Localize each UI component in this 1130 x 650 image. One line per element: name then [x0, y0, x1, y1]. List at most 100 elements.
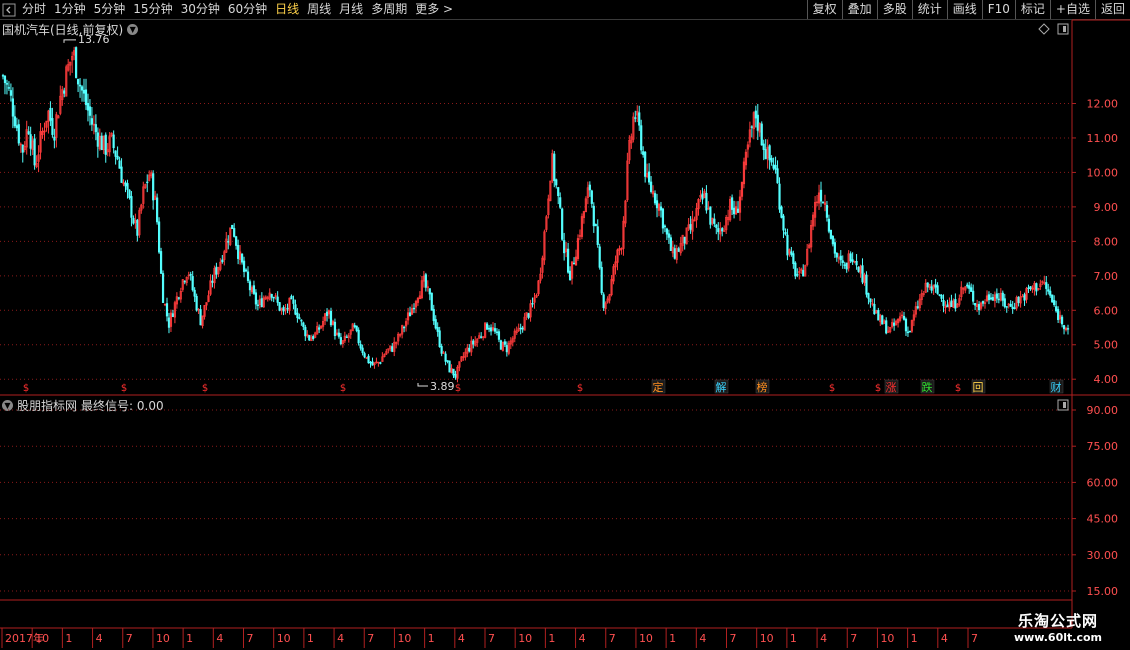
candle-body: [537, 280, 540, 295]
candle-body: [912, 314, 915, 321]
candle-body: [697, 198, 700, 210]
f10-button[interactable]: F10: [981, 0, 1015, 19]
draw-line-button[interactable]: 画线: [946, 0, 982, 19]
chevron-left-icon[interactable]: [0, 1, 18, 19]
candle-body: [952, 300, 955, 308]
dividend-marker[interactable]: $: [829, 383, 835, 394]
candle-body: [638, 112, 641, 126]
candle-body: [389, 345, 392, 349]
event-marker-badge[interactable]: 财: [1051, 380, 1062, 394]
dividend-marker[interactable]: $: [23, 383, 29, 394]
candle-body: [659, 206, 663, 211]
candle-body: [193, 289, 196, 297]
time-axis-label: 4: [216, 632, 223, 645]
candle-body: [23, 146, 26, 150]
candle-body: [458, 361, 461, 368]
back-button[interactable]: 返回: [1094, 0, 1130, 19]
tab-daily[interactable]: 日线: [271, 0, 303, 19]
candle-body: [756, 114, 759, 131]
time-axis-label: 4: [820, 632, 827, 645]
candle-body: [114, 150, 117, 157]
candle-body: [626, 160, 629, 201]
dividend-marker[interactable]: $: [875, 383, 881, 394]
mark-button[interactable]: 标记: [1014, 0, 1050, 19]
dividend-marker[interactable]: $: [121, 383, 127, 394]
dividend-marker[interactable]: $: [577, 383, 583, 394]
candle-body: [387, 348, 390, 351]
tab-60min[interactable]: 60分钟: [224, 0, 271, 19]
time-axis-label: 1: [669, 632, 676, 645]
restore-rights-button[interactable]: 复权: [806, 0, 842, 19]
candle-body: [640, 125, 643, 151]
candle-body: [35, 162, 38, 168]
event-marker-badge[interactable]: 榜: [757, 380, 768, 394]
event-marker-badge[interactable]: 解: [716, 380, 727, 394]
candle-body: [391, 346, 394, 352]
panel-toggle-icon[interactable]: [1057, 399, 1069, 411]
indicator-y-tick-label: 90.00: [1087, 404, 1119, 417]
diamond-icon[interactable]: [1038, 23, 1050, 35]
candle-body: [790, 251, 793, 255]
dividend-marker[interactable]: $: [202, 383, 208, 394]
statistics-button[interactable]: 统计: [911, 0, 947, 19]
tab-multi-period[interactable]: 多周期: [367, 0, 411, 19]
tab-more[interactable]: 更多 >: [411, 0, 457, 19]
tab-weekly[interactable]: 周线: [303, 0, 335, 19]
tab-15min[interactable]: 15分钟: [129, 0, 176, 19]
add-watchlist-button[interactable]: +自选: [1049, 0, 1095, 19]
candle-body: [282, 307, 285, 312]
candle-body: [438, 330, 441, 347]
candle-body: [401, 325, 404, 335]
candle-body: [574, 256, 578, 266]
event-marker-badge[interactable]: 回: [973, 381, 984, 394]
candle-body: [185, 276, 188, 283]
tab-30min[interactable]: 30分钟: [177, 0, 224, 19]
time-axis-label: 7: [609, 632, 616, 645]
candle-body: [262, 297, 265, 308]
candle-body: [450, 368, 453, 374]
candle-body: [464, 351, 467, 358]
panel-toggle-icon[interactable]: [1057, 23, 1069, 35]
candle-body: [928, 284, 931, 288]
event-marker-badge[interactable]: 定: [653, 380, 664, 394]
candle-body: [412, 307, 416, 310]
candle-body: [75, 47, 78, 78]
candle-body: [19, 143, 22, 146]
candle-body: [924, 282, 927, 293]
candle-body: [507, 342, 510, 354]
candle-body: [675, 248, 678, 260]
event-marker-badge[interactable]: 涨: [886, 381, 897, 394]
candle-body: [337, 332, 340, 337]
candle-body: [195, 295, 198, 311]
candle-body: [813, 202, 817, 218]
candle-body: [563, 240, 566, 254]
candle-body: [906, 331, 910, 334]
chevron-down-icon[interactable]: ▼: [127, 24, 139, 35]
candle-body: [495, 331, 499, 334]
dividend-marker[interactable]: $: [955, 383, 961, 394]
indicator-y-tick-label: 75.00: [1087, 440, 1119, 453]
candle-body: [229, 227, 232, 245]
overlay-button[interactable]: 叠加: [841, 0, 877, 19]
candle-body: [9, 90, 13, 96]
event-marker-badge[interactable]: 跌: [922, 380, 933, 394]
candle-body: [669, 237, 672, 252]
indicator-y-tick-label: 15.00: [1087, 585, 1119, 598]
dividend-marker[interactable]: $: [340, 383, 346, 394]
tab-fenshi[interactable]: 分时: [18, 0, 50, 19]
tab-5min[interactable]: 5分钟: [90, 0, 130, 19]
candle-body: [1019, 296, 1022, 304]
candle-body: [456, 366, 459, 379]
candle-body: [144, 184, 147, 188]
multi-stock-button[interactable]: 多股: [876, 0, 912, 19]
tab-1min[interactable]: 1分钟: [50, 0, 90, 19]
candle-body: [723, 230, 726, 232]
tab-monthly[interactable]: 月线: [335, 0, 367, 19]
candle-body: [440, 346, 443, 354]
candle-body: [798, 271, 801, 274]
dividend-marker[interactable]: $: [455, 383, 461, 394]
candle-body: [221, 259, 224, 263]
chevron-down-icon[interactable]: ▼: [2, 400, 13, 411]
candle-body: [321, 320, 325, 327]
time-axis-label: 1: [186, 632, 193, 645]
